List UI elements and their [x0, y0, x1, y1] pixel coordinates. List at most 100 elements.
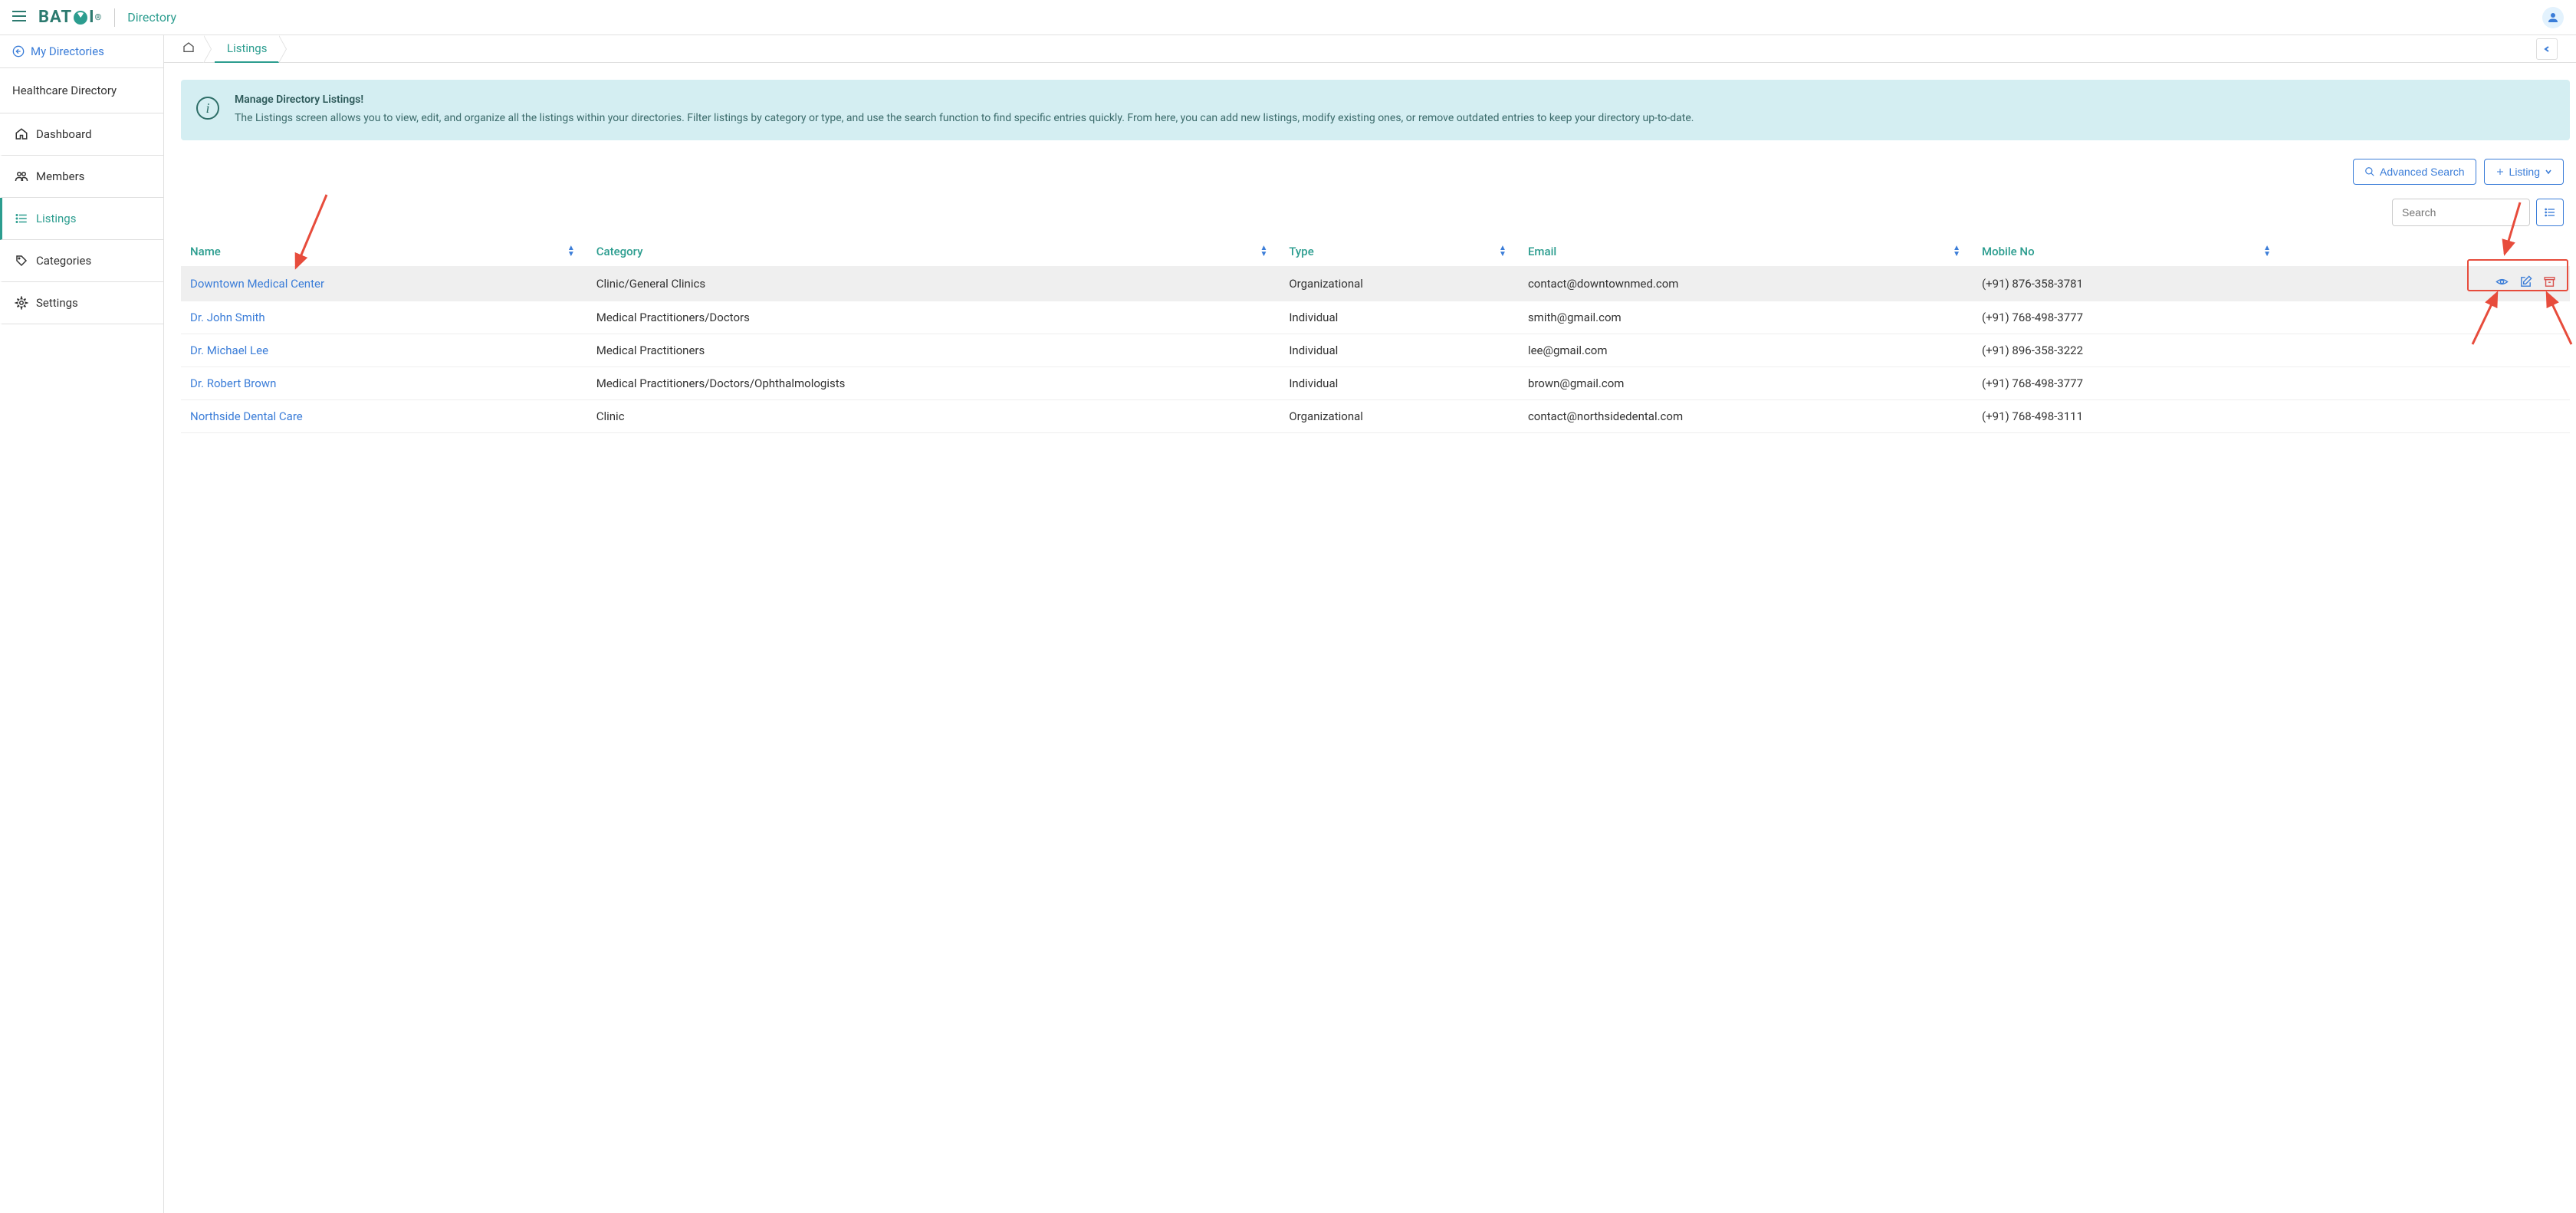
cell-category: Clinic/General Clinics [587, 266, 1280, 301]
listing-link[interactable]: Dr. John Smith [190, 311, 265, 324]
search-icon [2364, 166, 2375, 177]
action-bar: Advanced Search Listing [181, 159, 2570, 185]
search-input[interactable] [2392, 199, 2530, 226]
cell-actions [2283, 400, 2570, 433]
cell-category: Clinic [587, 400, 1280, 433]
sidebar-item-categories[interactable]: Categories [0, 240, 163, 282]
listings-table: Name▲▼ Category▲▼ Type▲▼ Email▲▼ Mobile … [181, 237, 2570, 433]
column-actions [2283, 237, 2570, 266]
cell-mobile: (+91) 768-498-3111 [1973, 400, 2283, 433]
gear-icon [15, 296, 28, 310]
columns-button[interactable] [2536, 199, 2564, 226]
sidebar-item-members[interactable]: Members [0, 156, 163, 198]
listing-link[interactable]: Downtown Medical Center [190, 277, 324, 291]
table-row[interactable]: Dr. Michael Lee Medical Practitioners In… [181, 334, 2570, 367]
add-listing-label: Listing [2509, 166, 2540, 178]
cell-email: smith@gmail.com [1519, 301, 1973, 334]
cell-actions [2283, 334, 2570, 367]
advanced-search-label: Advanced Search [2380, 166, 2465, 178]
top-header: BATI® Directory [0, 0, 2576, 35]
breadcrumb-separator [279, 35, 290, 63]
collapse-button[interactable] [2536, 38, 2558, 60]
breadcrumb-listings[interactable]: Listings [215, 35, 279, 63]
sidebar: My Directories Healthcare Directory Dash… [0, 35, 164, 1213]
sidebar-item-label: Dashboard [36, 127, 92, 141]
members-icon [15, 169, 28, 183]
cell-actions [2283, 301, 2570, 334]
cell-name: Downtown Medical Center [181, 266, 587, 301]
cell-actions [2283, 266, 2570, 301]
user-avatar[interactable] [2542, 7, 2564, 28]
advanced-search-button[interactable]: Advanced Search [2353, 159, 2476, 185]
plus-icon [2496, 167, 2505, 176]
logo-text: BAT [38, 8, 72, 27]
cell-category: Medical Practitioners/Doctors/Ophthalmol… [587, 367, 1280, 400]
menu-toggle-icon[interactable] [12, 11, 26, 25]
table-row[interactable]: Northside Dental Care Clinic Organizatio… [181, 400, 2570, 433]
column-mobile[interactable]: Mobile No▲▼ [1973, 237, 2283, 266]
sort-icon: ▲▼ [2263, 245, 2271, 258]
column-type[interactable]: Type▲▼ [1280, 237, 1519, 266]
sidebar-item-label: Members [36, 169, 84, 183]
cell-mobile: (+91) 768-498-3777 [1973, 301, 2283, 334]
cell-type: Individual [1280, 367, 1519, 400]
cell-email: lee@gmail.com [1519, 334, 1973, 367]
info-icon: i [196, 97, 219, 120]
listings-table-wrap: Name▲▼ Category▲▼ Type▲▼ Email▲▼ Mobile … [181, 237, 2570, 433]
cell-email: contact@northsidedental.com [1519, 400, 1973, 433]
listing-link[interactable]: Dr. Robert Brown [190, 376, 276, 390]
app-name: Directory [127, 10, 176, 25]
cell-type: Organizational [1280, 266, 1519, 301]
breadcrumb-home-icon[interactable] [182, 41, 204, 57]
cell-email: brown@gmail.com [1519, 367, 1973, 400]
divider [114, 8, 115, 27]
info-banner: i Manage Directory Listings! The Listing… [181, 80, 2570, 140]
sidebar-item-settings[interactable]: Settings [0, 282, 163, 324]
home-icon [15, 127, 28, 141]
sort-icon: ▲▼ [1953, 245, 1960, 258]
tag-icon [15, 254, 28, 268]
info-banner-title: Manage Directory Listings! [235, 94, 1694, 106]
table-row[interactable]: Dr. Robert Brown Medical Practitioners/D… [181, 367, 2570, 400]
cell-name: Northside Dental Care [181, 400, 587, 433]
sidebar-item-listings[interactable]: Listings [0, 198, 163, 240]
list-icon [15, 212, 28, 225]
logo-text2: I [89, 8, 94, 27]
edit-icon[interactable] [2519, 275, 2532, 291]
sort-icon: ▲▼ [1499, 245, 1506, 258]
sort-icon: ▲▼ [567, 245, 575, 258]
cell-mobile: (+91) 896-358-3222 [1973, 334, 2283, 367]
directory-title: Healthcare Directory [0, 68, 163, 113]
cell-type: Individual [1280, 334, 1519, 367]
sidebar-item-label: Settings [36, 296, 78, 310]
chevron-down-icon [2545, 168, 2552, 176]
listing-link[interactable]: Dr. Michael Lee [190, 344, 268, 357]
main-content: Listings i Manage Directory Listings! Th… [164, 35, 2576, 1213]
sidebar-item-label: Listings [36, 212, 76, 225]
cell-name: Dr. Michael Lee [181, 334, 587, 367]
sidebar-item-dashboard[interactable]: Dashboard [0, 113, 163, 156]
cell-mobile: (+91) 768-498-3777 [1973, 367, 2283, 400]
back-to-directories[interactable]: My Directories [0, 35, 163, 68]
listing-link[interactable]: Northside Dental Care [190, 409, 303, 423]
cell-name: Dr. John Smith [181, 301, 587, 334]
info-banner-text: The Listings screen allows you to view, … [235, 110, 1694, 127]
list-icon [2544, 206, 2556, 219]
column-email[interactable]: Email▲▼ [1519, 237, 1973, 266]
cell-email: contact@downtownmed.com [1519, 266, 1973, 301]
cell-category: Medical Practitioners/Doctors [587, 301, 1280, 334]
cell-mobile: (+91) 876-358-3781 [1973, 266, 2283, 301]
back-label: My Directories [31, 44, 104, 58]
view-icon[interactable] [2496, 275, 2509, 291]
sort-icon: ▲▼ [1260, 245, 1267, 258]
table-row[interactable]: Dr. John Smith Medical Practitioners/Doc… [181, 301, 2570, 334]
column-category[interactable]: Category▲▼ [587, 237, 1280, 266]
logo[interactable]: BATI® [38, 8, 102, 27]
cell-name: Dr. Robert Brown [181, 367, 587, 400]
table-row[interactable]: Downtown Medical Center Clinic/General C… [181, 266, 2570, 301]
cell-type: Organizational [1280, 400, 1519, 433]
add-listing-button[interactable]: Listing [2484, 159, 2564, 185]
column-name[interactable]: Name▲▼ [181, 237, 587, 266]
archive-icon[interactable] [2543, 275, 2556, 291]
breadcrumb-separator [204, 35, 215, 63]
